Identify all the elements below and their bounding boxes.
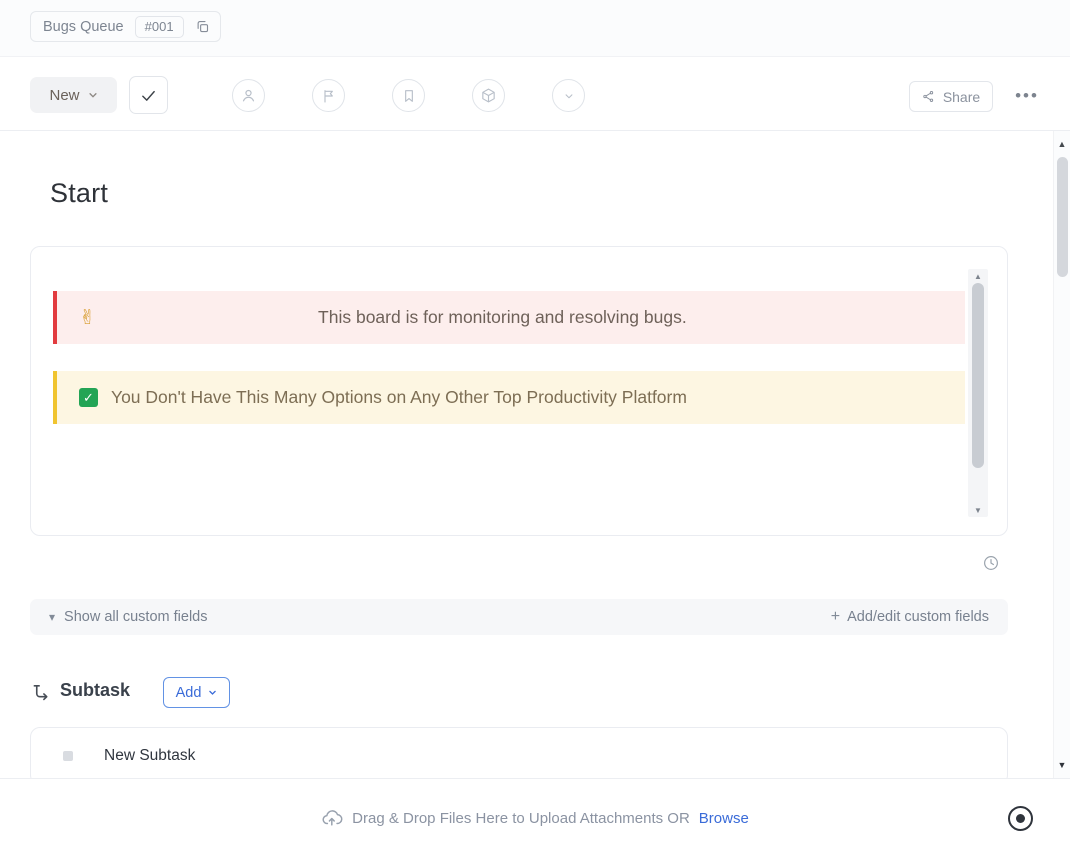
subtask-list-card: New Subtask xyxy=(30,727,1008,785)
status-chevron-icon xyxy=(562,89,576,103)
bookmark-icon xyxy=(401,88,417,104)
add-edit-custom-fields-button[interactable]: + Add/edit custom fields xyxy=(831,609,989,625)
subtask-status-square-icon[interactable] xyxy=(63,751,73,761)
scrollbar-thumb[interactable] xyxy=(1057,157,1068,277)
scrollbar-thumb[interactable] xyxy=(972,283,984,468)
dropzone-label: Drag & Drop Files Here to Upload Attachm… xyxy=(352,810,690,827)
breadcrumb[interactable]: Bugs Queue #001 xyxy=(30,11,221,42)
share-button[interactable]: Share xyxy=(909,81,993,112)
new-subtask-label: New Subtask xyxy=(104,747,195,765)
banner-text: You Don't Have This Many Options on Any … xyxy=(111,387,687,408)
history-clock-icon[interactable] xyxy=(982,553,1002,573)
top-header: Bugs Queue #001 xyxy=(0,0,1070,57)
caret-down-icon: ▾ xyxy=(49,610,55,624)
status-button[interactable]: New xyxy=(30,77,117,113)
chevron-down-icon xyxy=(208,688,217,697)
more-options-button[interactable]: ••• xyxy=(1006,79,1048,113)
description-banner-red[interactable]: ✌ This board is for monitoring and resol… xyxy=(53,291,965,344)
relationships-button[interactable] xyxy=(472,79,505,112)
mark-complete-button[interactable] xyxy=(129,76,168,114)
task-toolbar: New xyxy=(0,57,1070,131)
check-icon xyxy=(140,87,157,104)
banner-accent-yellow xyxy=(53,371,57,424)
banner-accent-red xyxy=(53,291,57,344)
add-edit-custom-fields-label: Add/edit custom fields xyxy=(847,609,989,625)
attachment-dropzone[interactable]: Drag & Drop Files Here to Upload Attachm… xyxy=(0,778,1070,857)
green-check-emoji: ✓ xyxy=(79,388,98,407)
relationships-cube-icon xyxy=(480,87,497,104)
scroll-down-arrow[interactable]: ▼ xyxy=(968,503,988,517)
priority-button[interactable] xyxy=(312,79,345,112)
plus-icon: + xyxy=(831,609,840,625)
record-dot-icon xyxy=(1016,814,1025,823)
assignee-icon xyxy=(240,87,257,104)
board-name-label: Bugs Queue xyxy=(43,19,124,35)
scroll-down-arrow[interactable]: ▼ xyxy=(1054,760,1070,770)
record-screen-button[interactable] xyxy=(1008,806,1033,831)
add-subtask-label: Add xyxy=(176,685,202,701)
copy-task-id-icon[interactable] xyxy=(195,19,210,34)
scroll-up-arrow[interactable]: ▲ xyxy=(968,269,988,283)
tags-button[interactable] xyxy=(392,79,425,112)
show-all-custom-fields-toggle[interactable]: ▾ Show all custom fields xyxy=(49,609,207,625)
description-card: ✌ This board is for monitoring and resol… xyxy=(30,246,1008,536)
description-banner-yellow[interactable]: ✓ You Don't Have This Many Options on An… xyxy=(53,371,965,424)
share-label: Share xyxy=(943,89,980,105)
custom-fields-bar: ▾ Show all custom fields + Add/edit cust… xyxy=(30,599,1008,635)
banner-text: This board is for monitoring and resolvi… xyxy=(96,307,965,328)
browse-link[interactable]: Browse xyxy=(699,810,749,827)
description-scrollbar[interactable]: ▲ ▼ xyxy=(968,269,988,517)
subtask-section-title: Subtask xyxy=(60,680,130,701)
page-scrollbar[interactable]: ▲ ▼ xyxy=(1053,131,1070,778)
task-title[interactable]: Start xyxy=(50,178,108,209)
cloud-upload-icon xyxy=(321,807,343,829)
show-all-custom-fields-label: Show all custom fields xyxy=(64,609,207,625)
add-subtask-button[interactable]: Add xyxy=(163,677,230,708)
new-subtask-row[interactable]: New Subtask xyxy=(31,728,1007,765)
task-detail-window: Bugs Queue #001 New xyxy=(0,0,1070,857)
share-icon xyxy=(922,90,935,103)
set-status-button[interactable] xyxy=(552,79,585,112)
chevron-down-icon xyxy=(88,90,98,100)
subtask-hierarchy-icon xyxy=(32,683,51,702)
task-id-badge[interactable]: #001 xyxy=(135,16,184,38)
priority-flag-icon xyxy=(321,88,337,104)
status-label: New xyxy=(49,87,79,104)
victory-hand-emoji: ✌ xyxy=(79,308,96,328)
assignee-button[interactable] xyxy=(232,79,265,112)
scroll-up-arrow[interactable]: ▲ xyxy=(1054,139,1070,149)
